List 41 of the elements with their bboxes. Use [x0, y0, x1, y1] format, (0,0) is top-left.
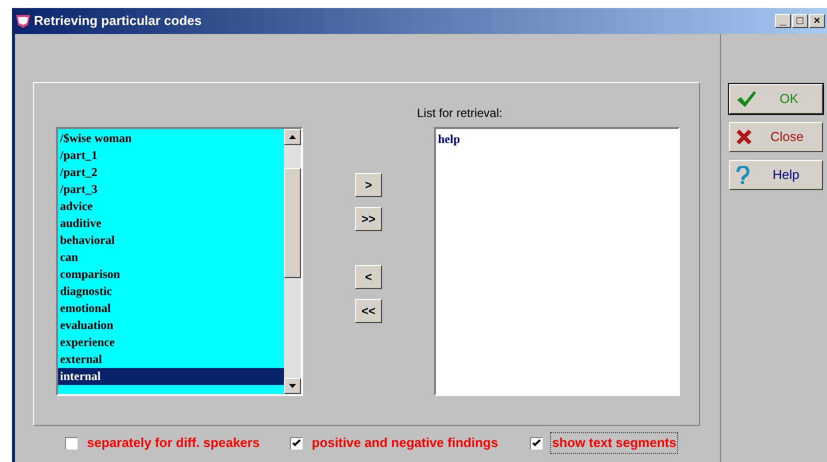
maximize-button[interactable]: □: [792, 14, 808, 28]
help-button[interactable]: Help: [729, 160, 823, 190]
checkbox[interactable]: [290, 436, 303, 450]
list-item[interactable]: /$wise woman: [58, 130, 284, 147]
scrollbar[interactable]: [284, 129, 301, 394]
list-item[interactable]: external: [58, 351, 284, 368]
list-item[interactable]: /part_3: [58, 181, 284, 198]
list-item[interactable]: advice: [58, 198, 284, 215]
x-icon: [736, 129, 752, 145]
down-arrow-icon: [289, 384, 296, 388]
check-icon: [736, 90, 756, 108]
list-item[interactable]: auditive: [58, 215, 284, 232]
move-button[interactable]: >: [355, 173, 382, 197]
scroll-up-button[interactable]: [284, 129, 301, 145]
move-button[interactable]: <: [355, 265, 382, 289]
checkbox[interactable]: [65, 436, 78, 450]
list-label: List for retrieval:: [417, 105, 504, 122]
checkbox[interactable]: [530, 436, 544, 450]
move-button[interactable]: <<: [355, 299, 382, 323]
list-item[interactable]: experience: [58, 334, 284, 351]
list-item[interactable]: /part_2: [58, 164, 284, 181]
list-item[interactable]: comparison: [58, 266, 284, 283]
list-item[interactable]: help: [438, 131, 678, 147]
minimize-button[interactable]: _: [775, 14, 791, 28]
window-title: Retrieving particular codes: [34, 12, 202, 30]
question-icon: [736, 166, 750, 184]
list-item[interactable]: evaluation: [58, 317, 284, 334]
retrieval-list[interactable]: help: [434, 127, 680, 396]
list-item[interactable]: behavioral: [58, 232, 284, 249]
move-button[interactable]: >>: [355, 207, 382, 231]
list-item[interactable]: emotional: [58, 300, 284, 317]
list-item[interactable]: diagnostic: [58, 283, 284, 300]
list-item[interactable]: internal: [58, 368, 284, 385]
close-button[interactable]: Close: [729, 122, 823, 152]
list-item[interactable]: /part_1: [58, 147, 284, 164]
up-arrow-icon: [289, 135, 296, 139]
close-button[interactable]: ×: [809, 14, 825, 28]
list-item[interactable]: can: [58, 249, 284, 266]
app-icon: [14, 13, 32, 29]
scroll-down-button[interactable]: [284, 378, 301, 394]
scroll-thumb[interactable]: [284, 168, 301, 278]
